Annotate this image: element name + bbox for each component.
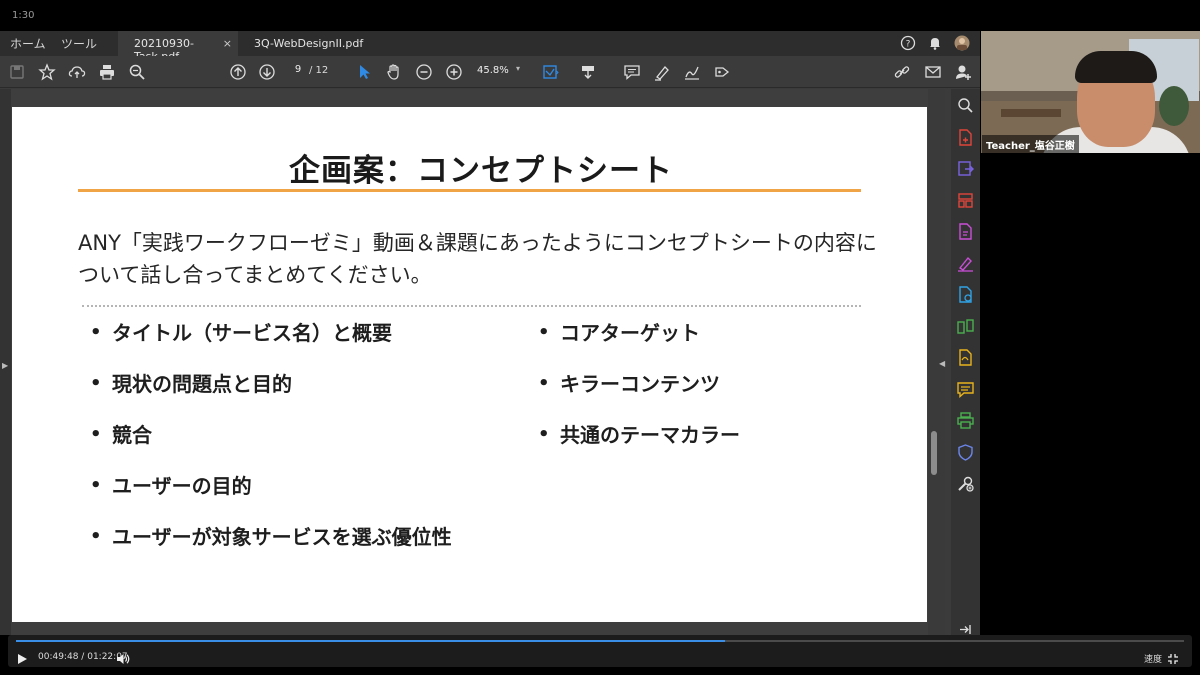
edit-pdf-icon[interactable] [957, 223, 974, 240]
create-pdf-icon[interactable] [957, 129, 974, 146]
search-icon[interactable] [128, 63, 146, 81]
zoom-level[interactable]: 45.8% [477, 65, 509, 76]
progress-bar[interactable] [16, 640, 1184, 642]
share-link-icon[interactable] [893, 63, 911, 81]
organize-pages-icon[interactable] [957, 192, 974, 209]
svg-text:?: ? [906, 40, 911, 50]
export-pdf-icon[interactable] [957, 160, 974, 177]
media-player-bar: 00:49:48 / 01:22:07 速度 [8, 635, 1192, 667]
zoom-dropdown-caret[interactable]: ▾ [516, 64, 520, 73]
tab-close-button[interactable]: × [223, 37, 232, 50]
save-icon[interactable] [8, 63, 26, 81]
bullet-item: 現状の問題点と目的 [82, 371, 452, 422]
pointer-icon[interactable] [355, 63, 373, 81]
right-tools-panel [951, 89, 980, 635]
right-bullet-list: コアターゲット キラーコンテンツ 共通のテーマカラー [530, 320, 740, 473]
bullet-item: ユーザーの目的 [82, 473, 452, 524]
tab-task-pdf[interactable]: 20210930-Task.pdf × [118, 31, 238, 63]
slide-title: 企画案：コンセプトシート [289, 153, 673, 189]
fill-and-sign-icon[interactable] [957, 255, 974, 272]
document-viewer[interactable]: ▶ 企画案：コンセプトシート ANY「実践ワークフローゼミ」動画＆課題にあったよ… [0, 89, 945, 635]
shield-icon[interactable] [957, 444, 974, 461]
current-time: 00:49:48 [38, 652, 79, 662]
top-clock: 1:30 [12, 10, 35, 21]
bullet-item: 競合 [82, 422, 452, 473]
menu-home[interactable]: ホーム [10, 35, 46, 52]
fill-sign-icon[interactable] [713, 63, 731, 81]
left-panel-toggle[interactable]: ▶ [0, 89, 11, 635]
acrobat-window: ホーム ツール 20210930-Task.pdf × 3Q-WebDesign… [0, 31, 980, 635]
zoom-out-icon[interactable] [415, 63, 433, 81]
marquee-icon[interactable] [579, 63, 597, 81]
play-icon[interactable] [16, 650, 28, 664]
slide-intro: ANY「実践ワークフローゼミ」動画＆課題にあったようにコンセプトシートの内容につ… [78, 231, 877, 287]
dotted-divider [82, 305, 861, 307]
cloud-upload-icon[interactable] [68, 63, 86, 81]
send-for-signature-icon[interactable] [957, 349, 974, 366]
protect-icon[interactable] [957, 286, 974, 303]
menu-bar: ホーム ツール 20210930-Task.pdf × 3Q-WebDesign… [0, 31, 980, 63]
bullet-item: コアターゲット [530, 320, 740, 371]
fit-page-icon[interactable] [541, 63, 559, 81]
compare-icon[interactable] [957, 318, 974, 335]
scrollbar-thumb[interactable] [931, 431, 937, 475]
fullscreen-icon[interactable] [1167, 650, 1179, 664]
participant-name: Teacher_塩谷正樹 [982, 135, 1079, 153]
speed-button[interactable]: 速度 [1144, 652, 1162, 665]
help-icon[interactable]: ? [900, 35, 916, 51]
highlight-icon[interactable] [653, 63, 671, 81]
bullet-item: 共通のテーマカラー [530, 422, 740, 473]
right-panel-toggle-arrow[interactable]: ◀ [939, 359, 945, 368]
print-production-icon[interactable] [957, 412, 974, 429]
tab-webdesign-pdf[interactable]: 3Q-WebDesignII.pdf [238, 31, 368, 56]
more-tools-icon[interactable] [957, 475, 974, 492]
left-bullet-list: タイトル（サービス名）と概要 現状の問題点と目的 競合 ユーザーの目的 ユーザー… [82, 320, 452, 575]
zoom-in-icon[interactable] [445, 63, 463, 81]
title-underline [78, 189, 861, 192]
bullet-item: タイトル（サービス名）と概要 [82, 320, 452, 371]
progress-fill [16, 640, 725, 642]
playback-time: 00:49:48 / 01:22:07 [38, 652, 128, 662]
hand-icon[interactable] [385, 63, 403, 81]
bullet-item: ユーザーが対象サービスを選ぶ優位性 [82, 524, 452, 575]
volume-icon[interactable] [116, 650, 130, 664]
arrow-up-icon[interactable] [229, 63, 247, 81]
comment-icon[interactable] [623, 63, 641, 81]
print-icon[interactable] [98, 63, 116, 81]
toolbar: 9 / 12 45.8% ▾ [0, 56, 980, 88]
menu-tools[interactable]: ツール [61, 35, 97, 52]
page-total: / 12 [309, 65, 329, 76]
avatar-icon[interactable] [954, 35, 970, 51]
bell-icon[interactable] [927, 35, 943, 51]
star-icon[interactable] [38, 63, 56, 81]
pdf-page: 企画案：コンセプトシート ANY「実践ワークフローゼミ」動画＆課題にあったように… [12, 107, 927, 622]
webcam-video: Teacher_塩谷正樹 [981, 31, 1200, 153]
bullet-item: キラーコンテンツ [530, 371, 740, 422]
search-tool-icon[interactable] [957, 97, 974, 114]
add-user-icon[interactable] [954, 63, 972, 81]
mail-icon[interactable] [924, 63, 942, 81]
tab-label: 3Q-WebDesignII.pdf [254, 37, 364, 50]
page-number-input[interactable]: 9 [287, 64, 309, 80]
arrow-down-icon[interactable] [258, 63, 276, 81]
comment-tool-icon[interactable] [957, 381, 974, 399]
sign-icon[interactable] [683, 63, 701, 81]
